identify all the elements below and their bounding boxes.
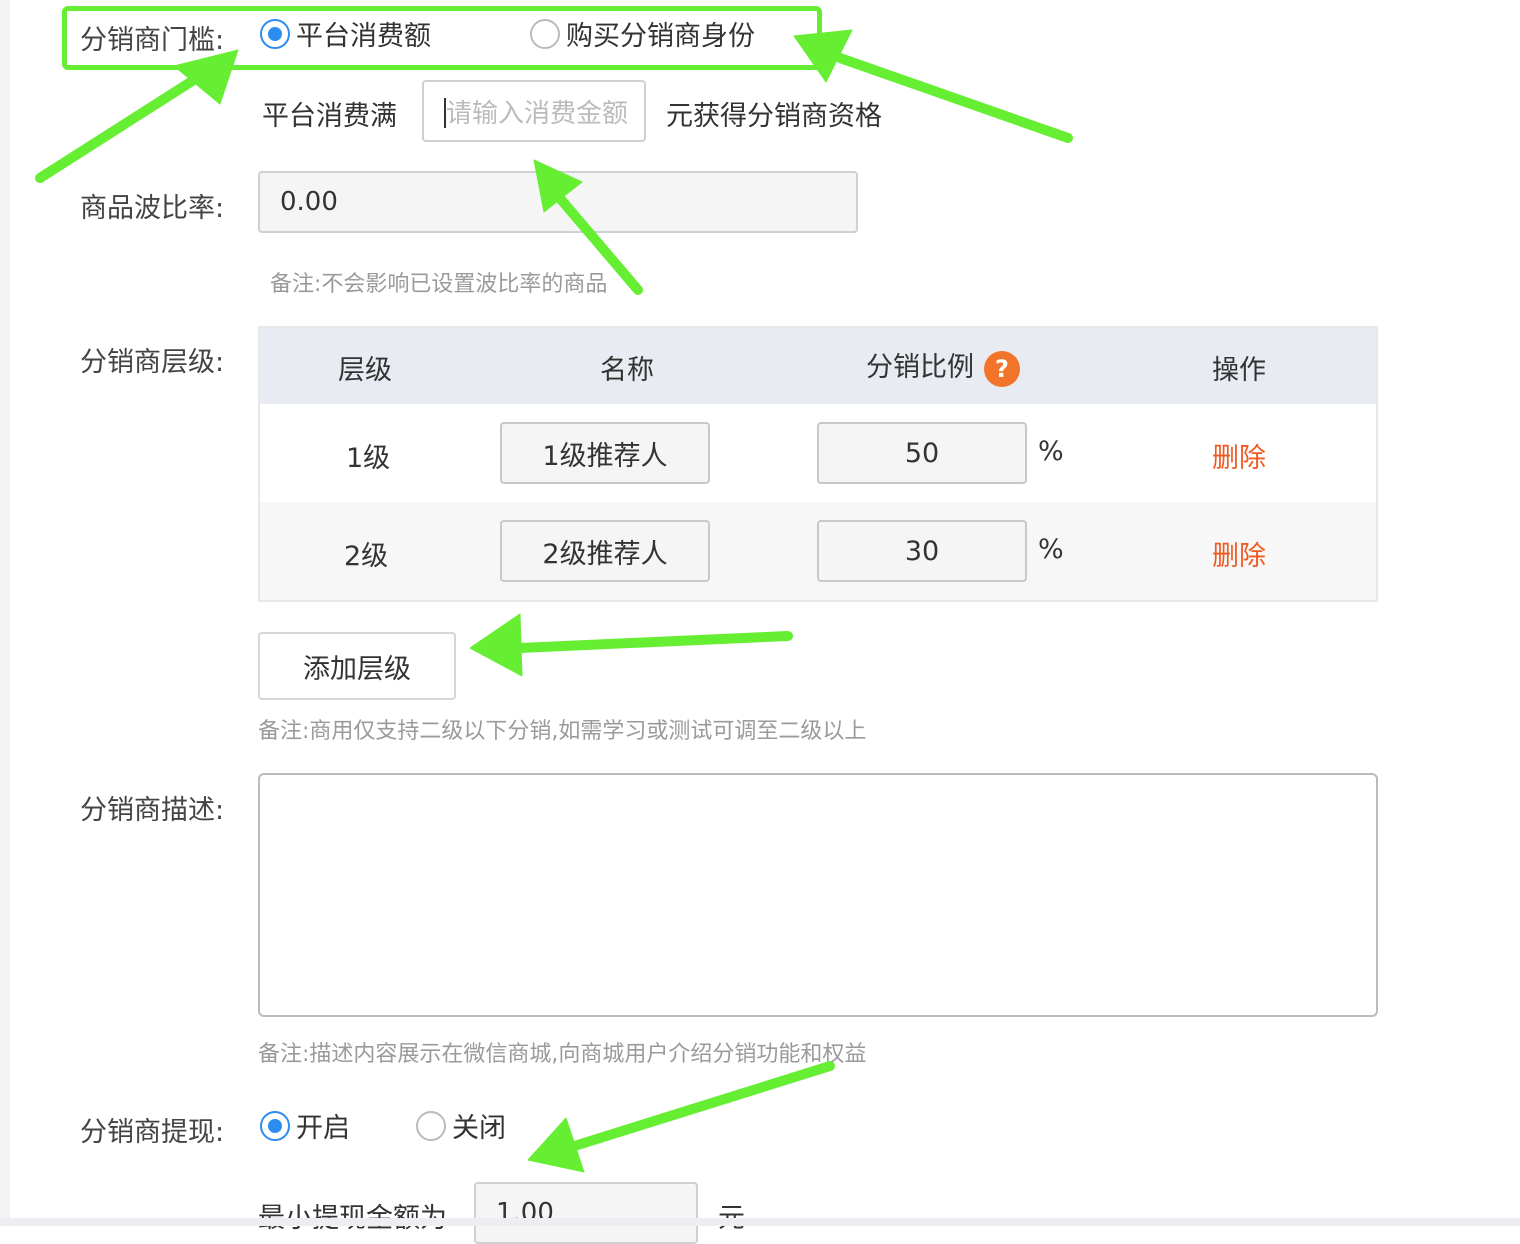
table-row: 2级 2级推荐人 30 % 删除	[260, 502, 1376, 600]
bottom-edge	[0, 1218, 1520, 1226]
radio-checked-icon	[260, 1110, 290, 1141]
percent-unit: %	[1038, 436, 1064, 467]
level-name-value: 1级推荐人	[542, 440, 668, 472]
arrow-to-consumption-radio-icon	[35, 71, 205, 183]
arrow-to-withdraw-input-head-icon	[527, 1117, 585, 1173]
level-name-input[interactable]: 1级推荐人	[500, 422, 710, 484]
header-name: 名称	[600, 355, 654, 386]
header-level: 层级	[338, 355, 392, 386]
level-name-input[interactable]: 2级推荐人	[500, 520, 710, 582]
level-cell: 2级	[344, 541, 389, 572]
fluctuation-rate-input[interactable]: 0.00	[258, 171, 858, 233]
withdraw-option-off[interactable]: 关闭	[416, 1106, 506, 1145]
table-row: 1级 1级推荐人 50 % 删除	[260, 404, 1376, 502]
add-level-button[interactable]: 添加层级	[258, 632, 456, 700]
levels-table-header: 层级 名称 分销比例? 操作	[260, 328, 1376, 404]
arrow-to-add-level-icon	[515, 631, 793, 653]
level-ratio-input[interactable]: 50	[817, 422, 1027, 484]
left-panel-edge	[0, 0, 10, 1226]
delete-level-button[interactable]: 删除	[1212, 436, 1266, 475]
help-icon[interactable]: ?	[984, 350, 1020, 387]
consumption-amount-placeholder: 请输入消费金额	[446, 98, 629, 129]
min-withdraw-unit: 元	[718, 1196, 745, 1235]
header-action: 操作	[1212, 355, 1266, 386]
threshold-label: 分销商门槛:	[80, 25, 225, 56]
fluctuation-note: 备注:不会影响已设置波比率的商品	[270, 272, 608, 297]
header-ratio: 分销比例?	[866, 345, 1020, 387]
description-label: 分销商描述:	[80, 795, 225, 826]
radio-unchecked-icon	[530, 18, 560, 49]
description-textarea[interactable]	[258, 773, 1378, 1017]
text-caret	[444, 98, 446, 128]
levels-note: 备注:商用仅支持二级以下分销,如需学习或测试可调至二级以上	[258, 719, 867, 744]
withdraw-label: 分销商提现:	[80, 1117, 225, 1148]
threshold-prefix-text: 平台消费满	[262, 101, 397, 132]
radio-checked-icon	[260, 18, 290, 49]
level-ratio-input[interactable]: 30	[817, 520, 1027, 582]
withdraw-option-off-label: 关闭	[452, 1113, 506, 1144]
min-withdraw-label: 最小提现金额为	[258, 1196, 447, 1235]
level-ratio-value: 30	[904, 535, 940, 567]
fluctuation-rate-value: 0.00	[280, 187, 338, 217]
arrow-to-withdraw-input-icon	[563, 1061, 835, 1153]
threshold-suffix-text: 元获得分销商资格	[666, 101, 882, 132]
delete-level-button[interactable]: 删除	[1212, 534, 1266, 573]
level-name-value: 2级推荐人	[542, 538, 668, 570]
threshold-option-consumption[interactable]: 平台消费额	[260, 14, 431, 53]
percent-unit: %	[1038, 534, 1064, 565]
level-cell: 1级	[346, 443, 391, 474]
radio-unchecked-icon	[416, 1110, 446, 1141]
levels-label: 分销商层级:	[80, 347, 225, 378]
threshold-option-consumption-label: 平台消费额	[296, 21, 431, 52]
consumption-amount-input[interactable]: 请输入消费金额	[422, 80, 646, 142]
header-ratio-label: 分销比例	[866, 352, 974, 383]
withdraw-option-on[interactable]: 开启	[260, 1106, 350, 1145]
min-withdraw-input[interactable]: 1.00	[474, 1182, 698, 1244]
level-ratio-value: 50	[904, 437, 940, 469]
threshold-option-purchase-label: 购买分销商身份	[566, 21, 755, 52]
fluctuation-label: 商品波比率:	[80, 193, 225, 224]
withdraw-option-on-label: 开启	[296, 1113, 350, 1144]
threshold-option-purchase[interactable]: 购买分销商身份	[530, 14, 755, 53]
description-note: 备注:描述内容展示在微信商城,向商城用户介绍分销功能和权益	[258, 1042, 867, 1067]
arrow-to-add-level-head-icon	[469, 613, 523, 677]
levels-table: 层级 名称 分销比例? 操作 1级 1级推荐人 50 % 删除 2级 2级推荐人…	[258, 326, 1378, 602]
